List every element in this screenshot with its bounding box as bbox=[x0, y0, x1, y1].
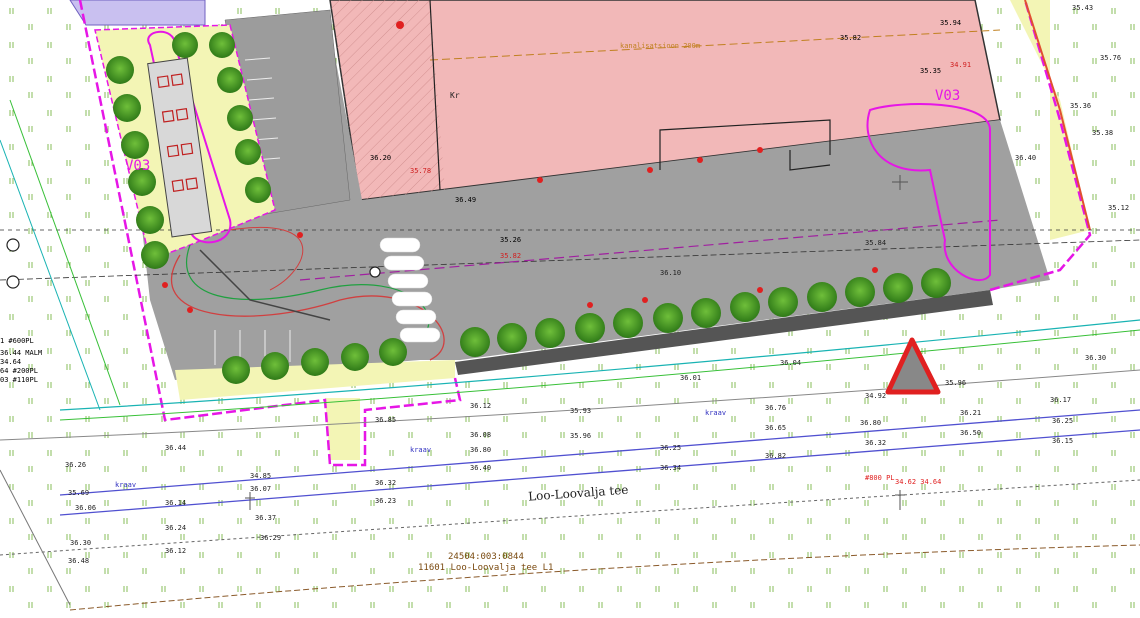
elev-rt4: 35.96 bbox=[570, 432, 591, 440]
elev-re6: 36.30 bbox=[1085, 354, 1106, 362]
elev-rt10: 36.04 bbox=[780, 359, 801, 367]
adjacent-plot bbox=[69, 0, 206, 26]
elev-rb0: 36.44 bbox=[165, 444, 186, 452]
elev-rt11: 36.10 bbox=[660, 269, 681, 277]
elev-rb6: 36.25 bbox=[660, 444, 681, 452]
elev-re1: 35.76 bbox=[1100, 54, 1121, 62]
parcel-code: 24504:003:0844 bbox=[448, 552, 524, 562]
pipe-note-1: 1 #600PL bbox=[0, 337, 34, 345]
elev-re5: 36.40 bbox=[1015, 154, 1036, 162]
elev-lw4: 36.37 bbox=[255, 514, 276, 522]
elev-rt5: 36.76 bbox=[765, 404, 786, 412]
elev-b3: 35.26 bbox=[500, 236, 521, 244]
elev-rt6: 36.65 bbox=[765, 424, 786, 432]
elev-rt2: 36.08 bbox=[470, 431, 491, 439]
elev-rt7: 34.92 bbox=[865, 392, 886, 400]
kraav-label-3: kraav bbox=[705, 409, 726, 417]
pipe-note-4: 64 #200PL bbox=[0, 367, 38, 375]
elev-rb5: 36.40 bbox=[470, 464, 491, 472]
pipe-label-right: #800 PL bbox=[865, 474, 895, 482]
elev-b4: 36.49 bbox=[455, 196, 476, 204]
elev-rb4: 36.80 bbox=[470, 446, 491, 454]
pipe-value-right: 34.62 34.64 bbox=[895, 478, 941, 486]
elev-rb3: 36.14 bbox=[165, 499, 186, 507]
elev-rt0: 36.12 bbox=[470, 402, 491, 410]
elev-rb2: 36.07 bbox=[250, 485, 271, 493]
elev-rb10: 36.32 bbox=[375, 479, 396, 487]
elev-lw6: 36.12 bbox=[165, 547, 186, 555]
site-plan-map: V03 V03 Kr 1 #600PL 36.44 MALM 34.64 64 … bbox=[0, 0, 1140, 618]
elev-lw0: 36.26 bbox=[65, 461, 86, 469]
pipe-note-2: 36.44 MALM bbox=[0, 349, 42, 357]
elev-lw1: 35.69 bbox=[68, 489, 89, 497]
elev-re10: 35.96 bbox=[945, 379, 966, 387]
zone-label-v03-west: V03 bbox=[125, 158, 150, 174]
elev-b1: 35.78 bbox=[410, 167, 431, 175]
elev-rb7: 36.34 bbox=[660, 464, 681, 472]
elev-b5: 35.94 bbox=[940, 19, 961, 27]
elev-lw9: 36.23 bbox=[375, 497, 396, 505]
kraav-label-1: kraav bbox=[115, 481, 136, 489]
elev-b2: 35.82 bbox=[500, 252, 521, 260]
elev-re12: 36.21 bbox=[960, 409, 981, 417]
parcel-name: 11601 Loo-Loovalja tee L1 bbox=[418, 563, 553, 573]
elev-lw3: 36.24 bbox=[165, 524, 186, 532]
green-area-pocket bbox=[325, 398, 360, 460]
elev-rb1: 34.85 bbox=[250, 472, 271, 480]
elev-lw2: 36.06 bbox=[75, 504, 96, 512]
elev-lw5: 36.30 bbox=[70, 539, 91, 547]
pipe-note-3: 34.64 bbox=[0, 358, 21, 366]
elev-rt12: 35.84 bbox=[865, 239, 886, 247]
elev-b0: 36.20 bbox=[370, 154, 391, 162]
elev-re7: 36.17 bbox=[1050, 396, 1071, 404]
elev-rt3: 35.93 bbox=[570, 407, 591, 415]
elev-re11: 36.50 bbox=[960, 429, 981, 437]
elev-re9: 36.15 bbox=[1052, 437, 1073, 445]
elev-re3: 35.38 bbox=[1092, 129, 1113, 137]
elev-re2: 35.36 bbox=[1070, 102, 1091, 110]
elev-rb9: 36.80 bbox=[860, 419, 881, 427]
elev-rt9: 36.01 bbox=[680, 374, 701, 382]
elev-re4: 35.12 bbox=[1108, 204, 1129, 212]
elev-b6: 35.82 bbox=[840, 34, 861, 42]
elev-lw7: 36.48 bbox=[68, 557, 89, 565]
elev-b7: 34.91 bbox=[950, 61, 971, 69]
building-label: Kr bbox=[450, 91, 460, 100]
elev-rt1: 36.85 bbox=[375, 416, 396, 424]
kraav-label-2: kraav bbox=[410, 446, 431, 454]
elev-lw8: 36.29 bbox=[260, 534, 281, 542]
distance-note: kanalisatsioon 200m bbox=[620, 42, 700, 50]
pipe-note-5: 03 #110PL bbox=[0, 376, 38, 384]
elev-re0: 35.43 bbox=[1072, 4, 1093, 12]
zone-label-v03-east: V03 bbox=[935, 88, 960, 104]
elev-rb8: 36.82 bbox=[765, 452, 786, 460]
elev-re8: 36.25 bbox=[1052, 417, 1073, 425]
elev-rt8: 36.32 bbox=[865, 439, 886, 447]
elev-b8: 35.35 bbox=[920, 67, 941, 75]
